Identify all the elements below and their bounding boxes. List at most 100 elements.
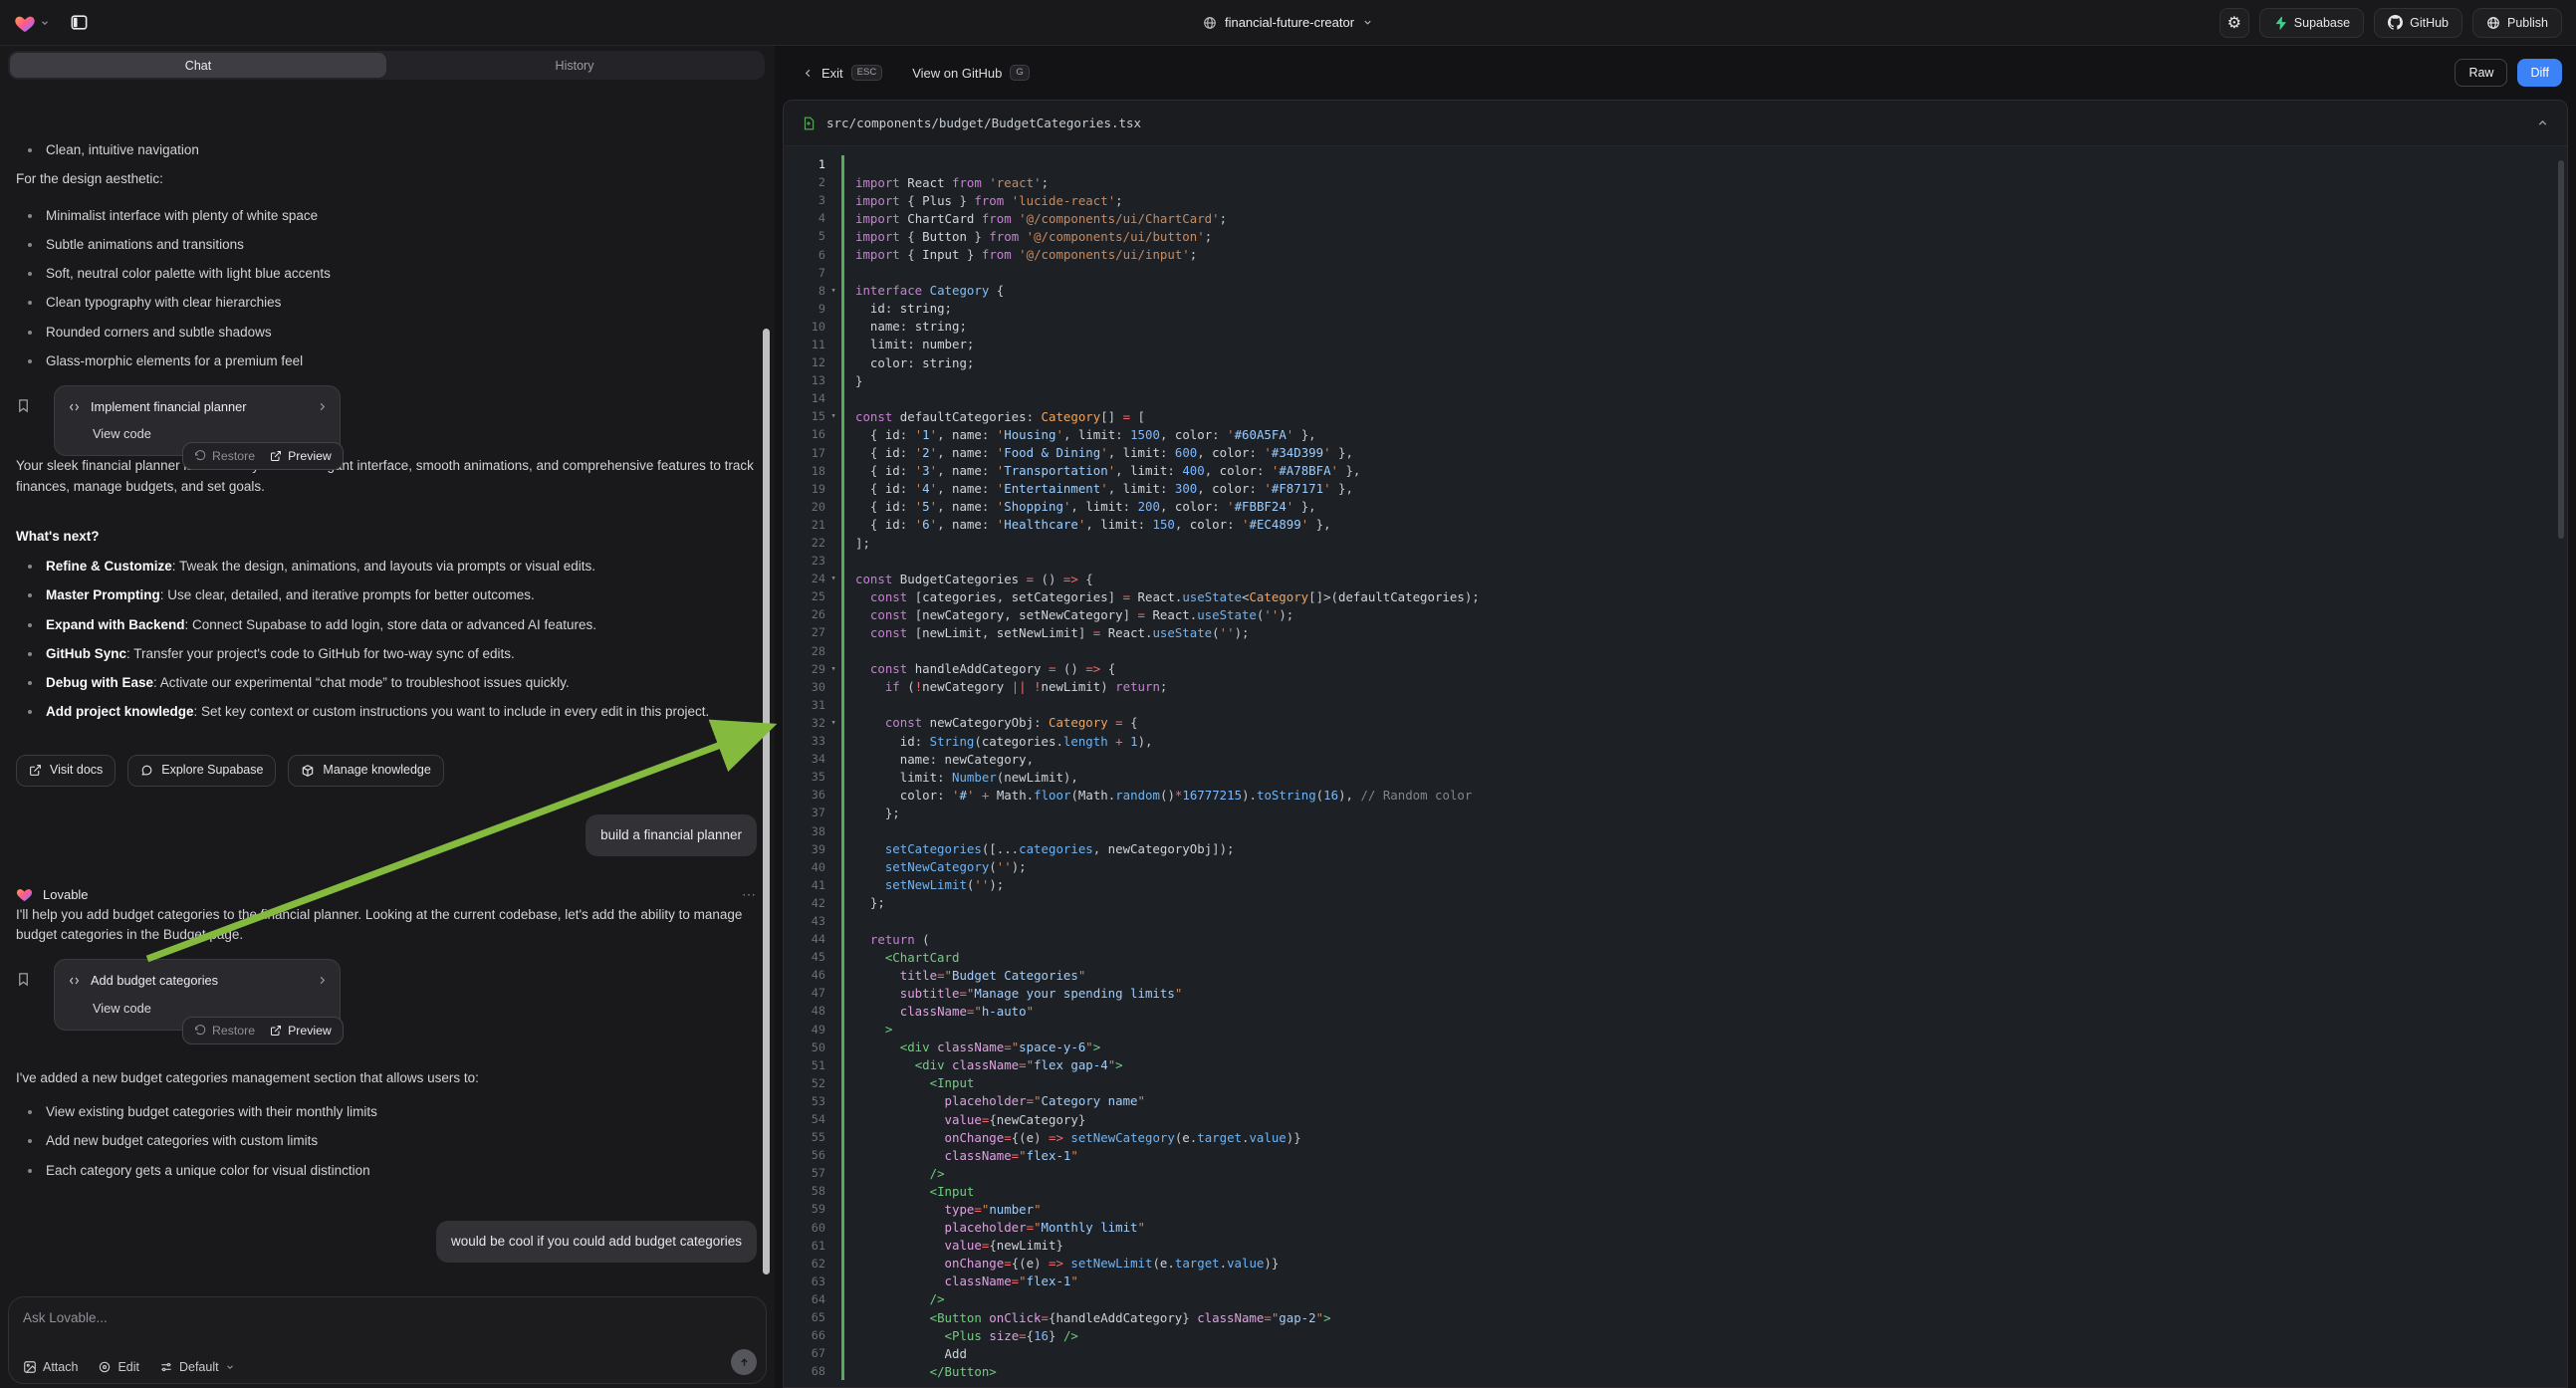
code-card: src/components/budget/BudgetCategories.t… [783, 100, 2568, 1388]
list-item: Refine & Customize: Tweak the design, an… [16, 557, 757, 577]
restore-button[interactable]: Restore [194, 1022, 255, 1040]
edit-button[interactable]: Edit [98, 1360, 139, 1374]
restore-icon [194, 450, 206, 462]
line-number: 17 [784, 446, 825, 460]
code-line: 45 <ChartCard [784, 948, 2567, 966]
send-button[interactable] [731, 1349, 757, 1375]
diff-toggle-button[interactable]: Diff [2517, 59, 2562, 87]
fold-chevron-icon[interactable]: ▾ [825, 664, 841, 674]
code-text: import { Input } from '@/components/ui/i… [844, 247, 1197, 262]
toggle-sidebar-button[interactable] [64, 8, 94, 38]
code-text: name: string; [844, 319, 967, 334]
ask-input[interactable] [23, 1310, 752, 1325]
external-link-icon [270, 450, 282, 462]
code-view-header: Exit ESC View on GitHub G Raw Diff [775, 46, 2576, 100]
chat-scrollbar[interactable] [763, 329, 770, 1274]
code-line: 9 id: string; [784, 300, 2567, 318]
code-text: const defaultCategories: Category[] = [ [844, 409, 1145, 424]
attach-button[interactable]: Attach [23, 1360, 78, 1374]
code-line: 4import ChartCard from '@/components/ui/… [784, 209, 2567, 227]
tool-card-implement-financial-planner[interactable]: Implement financial planner View code Re… [54, 385, 341, 456]
code-text: <div className="space-y-6"> [844, 1040, 1100, 1054]
mode-selector[interactable]: Default [159, 1360, 235, 1374]
visit-docs-button[interactable]: Visit docs [16, 755, 116, 787]
line-number: 21 [784, 518, 825, 532]
code-scrollbar[interactable] [2558, 160, 2564, 539]
code-line: 21 { id: '6', name: 'Healthcare', limit:… [784, 516, 2567, 534]
added-features-list: View existing budget categories with the… [16, 1102, 757, 1181]
bookmark-icon[interactable] [16, 959, 54, 1030]
more-options-button[interactable]: ⋯ [742, 884, 757, 905]
tool-card-add-budget-categories[interactable]: Add budget categories View code Restore [54, 959, 341, 1030]
quick-actions: Visit docs Explore Supabase Manage knowl… [16, 755, 757, 787]
tab-chat[interactable]: Chat [10, 53, 386, 78]
code-line: 39 setCategories([...categories, newCate… [784, 840, 2567, 858]
restore-button[interactable]: Restore [194, 447, 255, 465]
line-number: 67 [784, 1346, 825, 1360]
code-text: onChange={(e) => setNewCategory(e.target… [844, 1130, 1301, 1145]
code-line: 5import { Button } from '@/components/ui… [784, 227, 2567, 245]
line-number: 45 [784, 950, 825, 964]
code-brackets-icon [67, 975, 82, 987]
fold-chevron-icon[interactable]: ▾ [825, 286, 841, 296]
lovable-logo-menu[interactable] [14, 13, 50, 33]
code-text: color: '#' + Math.floor(Math.random()*16… [844, 788, 1472, 803]
target-icon [98, 1360, 112, 1374]
diff-added-bar [841, 642, 844, 660]
preview-button[interactable]: Preview [270, 1022, 332, 1040]
raw-toggle-button[interactable]: Raw [2455, 59, 2507, 87]
view-code-link[interactable]: View code [93, 424, 328, 443]
fold-chevron-icon[interactable]: ▾ [825, 411, 841, 421]
settings-button[interactable]: ⚙ [2220, 8, 2249, 38]
manage-knowledge-button[interactable]: Manage knowledge [288, 755, 443, 787]
code-line: 13} [784, 371, 2567, 389]
supabase-button[interactable]: Supabase [2259, 8, 2364, 38]
code-text: return ( [844, 932, 930, 947]
code-line: 64 /> [784, 1290, 2567, 1308]
code-line: 56 className="flex-1" [784, 1146, 2567, 1164]
line-number: 39 [784, 842, 825, 856]
bookmark-icon[interactable] [16, 385, 54, 456]
github-button[interactable]: GitHub [2374, 8, 2462, 38]
code-line: 62 onChange={(e) => setNewLimit(e.target… [784, 1255, 2567, 1272]
project-title: financial-future-creator [1225, 15, 1354, 30]
diff-added-bar [841, 264, 844, 282]
view-code-link[interactable]: View code [93, 999, 328, 1018]
code-text: }; [844, 806, 900, 820]
code-line: 25 const [categories, setCategories] = R… [784, 587, 2567, 605]
code-line: 68 </Button> [784, 1362, 2567, 1380]
line-number: 44 [784, 932, 825, 946]
code-text: <Input [844, 1075, 974, 1090]
project-switcher[interactable]: financial-future-creator [1203, 15, 1373, 30]
publish-button[interactable]: Publish [2472, 8, 2562, 38]
fold-chevron-icon[interactable]: ▾ [825, 574, 841, 583]
view-on-github-button[interactable]: View on GitHub G [912, 65, 1029, 81]
code-text: name: newCategory, [844, 752, 1034, 767]
line-number: 30 [784, 680, 825, 694]
file-header[interactable]: src/components/budget/BudgetCategories.t… [784, 101, 2567, 146]
line-number: 38 [784, 824, 825, 838]
line-number: 12 [784, 355, 825, 369]
fold-chevron-icon[interactable]: ▾ [825, 718, 841, 728]
list-item: Master Prompting: Use clear, detailed, a… [16, 585, 757, 605]
line-number: 19 [784, 482, 825, 496]
code-line: 18 { id: '3', name: 'Transportation', li… [784, 462, 2567, 480]
exit-button[interactable]: Exit ESC [803, 65, 882, 81]
code-line: 7 [784, 264, 2567, 282]
line-number: 16 [784, 427, 825, 441]
code-text: limit: number; [844, 337, 974, 351]
code-text: const handleAddCategory = () => { [844, 661, 1115, 676]
tab-history[interactable]: History [386, 53, 763, 78]
code-text: placeholder="Category name" [844, 1093, 1145, 1108]
line-number: 34 [784, 752, 825, 766]
preview-button[interactable]: Preview [270, 447, 332, 465]
explore-supabase-button[interactable]: Explore Supabase [127, 755, 276, 787]
restore-preview-pill: Restore Preview [182, 442, 344, 470]
chevron-up-icon[interactable] [2536, 116, 2549, 129]
line-number: 33 [784, 734, 825, 748]
chat-message-list: Clean, intuitive navigation For the desi… [0, 129, 775, 1288]
code-line: 33 id: String(categories.length + 1), [784, 732, 2567, 750]
line-number: 5 [784, 229, 825, 243]
line-number: 20 [784, 500, 825, 514]
user-message: build a financial planner [585, 814, 757, 856]
